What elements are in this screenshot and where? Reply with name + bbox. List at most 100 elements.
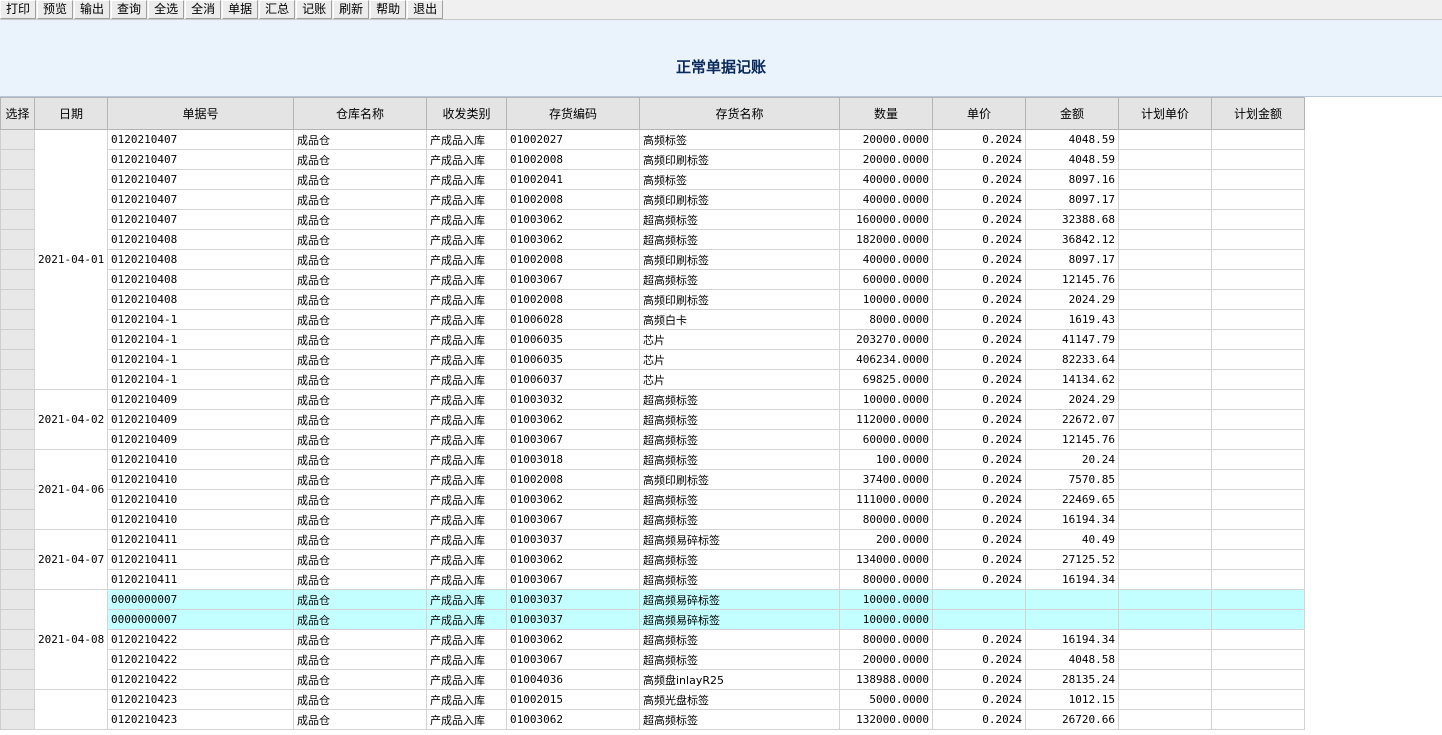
table-row[interactable]: 0000000007 成品仓 产成品入库 01003037 超高频易碎标签 10000.0… — [0, 609, 1305, 630]
item-name-cell: 高频印刷标签 — [639, 249, 840, 270]
warehouse-cell: 成品仓 — [293, 409, 427, 430]
toolbar-button[interactable]: 预览 — [37, 0, 74, 19]
toolbar-button[interactable]: 输出 — [74, 0, 111, 19]
table-row[interactable]: 01202104-1 成品仓 产成品入库 01006035 芯片 203270.0000 0… — [0, 329, 1305, 350]
toolbar-button[interactable]: 记账 — [296, 0, 333, 19]
table-row[interactable]: 0120210411 成品仓 产成品入库 01003062 超高频标签 134000.00… — [0, 549, 1305, 570]
select-cell[interactable] — [0, 709, 35, 730]
plan-price-cell — [1118, 449, 1212, 470]
table-row[interactable]: 0120210423 成品仓 产成品入库 01003062 超高频标签 132000.00… — [0, 709, 1305, 730]
select-cell[interactable] — [0, 569, 35, 590]
table-row[interactable]: 0120210411 成品仓 产成品入库 01003067 超高频标签 80000.000… — [0, 569, 1305, 590]
column-header[interactable]: 数量 — [839, 97, 933, 130]
table-row[interactable]: 0120210409 成品仓 产成品入库 01003067 超高频标签 60000.000… — [0, 429, 1305, 450]
select-cell[interactable] — [0, 449, 35, 470]
column-header[interactable]: 存货编码 — [506, 97, 640, 130]
amount-cell: 22469.65 — [1025, 489, 1119, 510]
select-cell[interactable] — [0, 489, 35, 510]
select-cell[interactable] — [0, 349, 35, 370]
select-cell[interactable] — [0, 669, 35, 690]
toolbar-button[interactable]: 帮助 — [370, 0, 407, 19]
table-row[interactable]: 2021-04-07 0120210411 成品仓 产成品入库 01003037 超高频易… — [0, 529, 1305, 590]
quantity-cell: 40000.0000 — [839, 249, 933, 270]
table-row[interactable]: 0120210407 成品仓 产成品入库 01002008 高频印刷标签 20000.00… — [0, 149, 1305, 170]
item-code-cell: 01003067 — [506, 269, 640, 290]
table-row[interactable]: 0120210422 成品仓 产成品入库 01003062 超高频标签 80000.000… — [0, 629, 1305, 650]
item-code-cell: 01003062 — [506, 709, 640, 730]
toolbar-button[interactable]: 刷新 — [333, 0, 370, 19]
doc-number-cell: 0120210423 — [107, 689, 294, 710]
select-cell[interactable] — [0, 609, 35, 630]
select-cell[interactable] — [0, 549, 35, 570]
select-cell[interactable] — [0, 129, 35, 150]
column-header[interactable]: 仓库名称 — [293, 97, 427, 130]
amount-cell: 14134.62 — [1025, 369, 1119, 390]
select-cell[interactable] — [0, 209, 35, 230]
table-row[interactable]: 01202104-1 成品仓 产成品入库 01006037 芯片 69825.0000 0.… — [0, 369, 1305, 390]
select-cell[interactable] — [0, 169, 35, 190]
column-header[interactable]: 单据号 — [107, 97, 294, 130]
column-header[interactable]: 收发类别 — [426, 97, 507, 130]
toolbar-button[interactable]: 汇总 — [259, 0, 296, 19]
voucher-grid[interactable]: 选择 日期 单据号 仓库名称 收发类别 存货编码 存货名称 数量 单价 金额 计划单价 计划金额 20… — [0, 97, 1442, 735]
column-header[interactable]: 计划单价 — [1118, 97, 1212, 130]
doc-number-cell: 0120210407 — [107, 169, 294, 190]
table-row[interactable]: 2021-04-08 0000000007 成品仓 产成品入库 01003037 超高频易… — [0, 589, 1305, 690]
select-cell[interactable] — [0, 189, 35, 210]
table-row[interactable]: 2021-04-06 0120210410 成品仓 产成品入库 01003018 超高频标… — [0, 449, 1305, 530]
table-row[interactable]: 0120210423 成品仓 产成品入库 01002015 高频光盘标签 5000.000… — [0, 689, 1305, 730]
select-cell[interactable] — [0, 149, 35, 170]
column-header[interactable]: 存货名称 — [639, 97, 840, 130]
column-header[interactable]: 选择 — [0, 97, 35, 130]
table-row[interactable]: 01202104-1 成品仓 产成品入库 01006035 芯片 406234.0000 0… — [0, 349, 1305, 370]
table-row[interactable]: 0120210410 成品仓 产成品入库 01003067 超高频标签 80000.000… — [0, 509, 1305, 530]
table-row[interactable]: 2021-04-02 0120210409 成品仓 产成品入库 01003032 超高频标… — [0, 389, 1305, 450]
toolbar-button[interactable]: 全消 — [185, 0, 222, 19]
select-cell[interactable] — [0, 589, 35, 610]
table-row[interactable]: 0120210422 成品仓 产成品入库 01004036 高频盘inlayR25 138… — [0, 669, 1305, 690]
table-row[interactable]: 0120210408 成品仓 产成品入库 01002008 高频印刷标签 40000.00… — [0, 249, 1305, 270]
select-cell[interactable] — [0, 269, 35, 290]
select-cell[interactable] — [0, 689, 35, 710]
item-name-cell: 高频标签 — [639, 129, 840, 150]
select-cell[interactable] — [0, 409, 35, 430]
toolbar-button[interactable]: 单据 — [222, 0, 259, 19]
select-cell[interactable] — [0, 249, 35, 270]
select-cell[interactable] — [0, 369, 35, 390]
column-header[interactable]: 金额 — [1025, 97, 1119, 130]
table-row[interactable]: 0120210410 成品仓 产成品入库 01003062 超高频标签 111000.00… — [0, 489, 1305, 510]
table-row[interactable]: 0120210408 成品仓 产成品入库 01002008 高频印刷标签 10000.00… — [0, 289, 1305, 310]
select-cell[interactable] — [0, 429, 35, 450]
select-cell[interactable] — [0, 389, 35, 410]
plan-amount-cell — [1211, 589, 1305, 610]
select-cell[interactable] — [0, 529, 35, 550]
table-row[interactable]: 0120210407 成品仓 产成品入库 01003062 超高频标签 160000.00… — [0, 209, 1305, 230]
column-header[interactable]: 日期 — [34, 97, 108, 130]
column-header[interactable]: 单价 — [932, 97, 1026, 130]
select-cell[interactable] — [0, 629, 35, 650]
column-header[interactable]: 计划金额 — [1211, 97, 1305, 130]
toolbar-button[interactable]: 查询 — [111, 0, 148, 19]
select-cell[interactable] — [0, 229, 35, 250]
table-row[interactable]: 0120210408 成品仓 产成品入库 01003067 超高频标签 60000.000… — [0, 269, 1305, 290]
doc-number-cell: 01202104-1 — [107, 309, 294, 330]
amount-cell — [1025, 589, 1119, 610]
select-cell[interactable] — [0, 469, 35, 490]
select-cell[interactable] — [0, 289, 35, 310]
table-row[interactable]: 0120210409 成品仓 产成品入库 01003062 超高频标签 112000.00… — [0, 409, 1305, 430]
table-row[interactable]: 0120210408 成品仓 产成品入库 01003062 超高频标签 182000.00… — [0, 229, 1305, 250]
toolbar-button[interactable]: 退出 — [407, 0, 444, 19]
plan-price-cell — [1118, 309, 1212, 330]
toolbar-button[interactable]: 打印 — [0, 0, 37, 19]
table-row[interactable]: 2021-04-01 0120210407 成品仓 产成品入库 01002027 高频标签… — [0, 129, 1305, 390]
table-row[interactable]: 0120210407 成品仓 产成品入库 01002041 高频标签 40000.0000… — [0, 169, 1305, 190]
select-cell[interactable] — [0, 649, 35, 670]
table-row[interactable]: 0120210422 成品仓 产成品入库 01003067 超高频标签 20000.000… — [0, 649, 1305, 670]
select-cell[interactable] — [0, 309, 35, 330]
table-row[interactable]: 0120210407 成品仓 产成品入库 01002008 高频印刷标签 40000.00… — [0, 189, 1305, 210]
table-row[interactable]: 0120210410 成品仓 产成品入库 01002008 高频印刷标签 37400.00… — [0, 469, 1305, 490]
toolbar-button[interactable]: 全选 — [148, 0, 185, 19]
select-cell[interactable] — [0, 509, 35, 530]
table-row[interactable]: 01202104-1 成品仓 产成品入库 01006028 高频白卡 8000.0000 0… — [0, 309, 1305, 330]
select-cell[interactable] — [0, 329, 35, 350]
